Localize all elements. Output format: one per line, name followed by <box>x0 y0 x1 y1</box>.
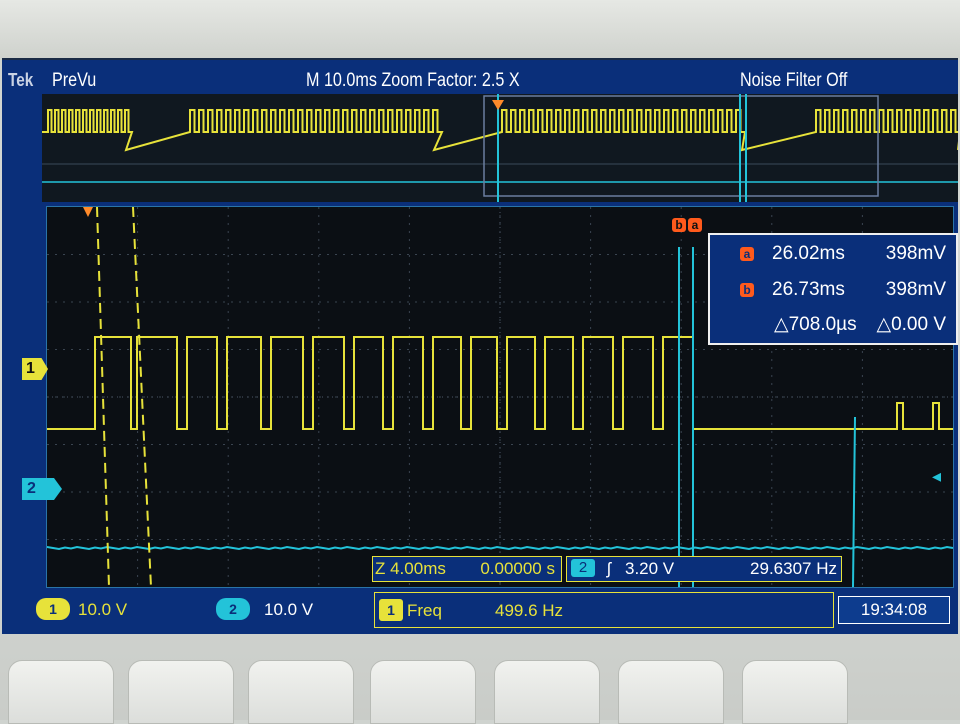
trigger-point-icon <box>83 207 93 217</box>
rising-edge-icon: ʃ <box>607 559 611 578</box>
bezel-top <box>0 0 960 58</box>
bezel-button-1[interactable] <box>8 660 114 724</box>
cursor-b-tag: b <box>740 283 754 297</box>
ch2-scale: 10.0 V <box>264 600 314 619</box>
zoom-readout: Z 4.00ms 0.00000 s <box>372 556 562 582</box>
bezel-button-3[interactable] <box>248 660 354 724</box>
zoom-position: 0.00000 s <box>480 559 555 578</box>
clock-display: 19:34:08 <box>838 596 950 624</box>
ch1-scale: 10.0 V <box>78 600 128 619</box>
bezel-button-6[interactable] <box>618 660 724 724</box>
cursor-b-value: 398mV <box>885 279 946 300</box>
ch2-edge-marker-line <box>852 416 856 587</box>
measurement-value: 499.6 Hz <box>495 601 564 620</box>
overview-waveform-window <box>42 94 958 202</box>
bezel-button-4[interactable] <box>370 660 476 724</box>
ch2-trigger-arrow-icon: ◂ <box>932 466 942 486</box>
ch2-ground-marker[interactable]: 2 <box>22 478 62 500</box>
trigger-channel-badge: 2 <box>571 559 595 577</box>
ch1-badge[interactable]: 1 <box>36 598 70 620</box>
cursor-a-label: a <box>688 218 702 232</box>
ch1-ground-marker[interactable]: 1 <box>22 358 48 380</box>
cursor-b-label: b <box>672 218 686 232</box>
cursor-readout-panel: a 26.02ms 398mV b 26.73ms 398mV △708.0µs… <box>708 233 958 345</box>
bezel-button-2[interactable] <box>128 660 234 724</box>
acquisition-mode: PreVu <box>52 70 97 91</box>
cursor-b-time: 26.73ms <box>772 279 845 300</box>
cursor-a-value: 398mV <box>885 243 946 264</box>
timebase-title: M 10.0ms Zoom Factor: 2.5 X <box>306 70 520 91</box>
trigger-frequency: 29.6307 Hz <box>750 559 837 578</box>
bezel-button-7[interactable] <box>742 660 848 724</box>
measurement-name: Freq <box>407 601 442 620</box>
trigger-readout: 2 ʃ 3.20 V 29.6307 Hz <box>566 556 842 582</box>
cursor-delta-row: △708.0µs △0.00 V <box>710 313 956 343</box>
cursor-a-time: 26.02ms <box>772 243 845 264</box>
overview-ch1-trace <box>42 109 958 152</box>
noise-filter-status: Noise Filter Off <box>740 70 848 91</box>
status-bar: 1 10.0 V 2 10.0 V 1 Freq 499.6 Hz 19:34:… <box>28 592 954 630</box>
cursor-delta-value: △0.00 V <box>876 314 946 335</box>
ch2-badge[interactable]: 2 <box>216 598 250 620</box>
overview-waveform-svg <box>42 94 958 202</box>
trigger-level: 3.20 V <box>625 559 675 578</box>
bezel-button-5[interactable] <box>494 660 600 724</box>
ch2-trace <box>47 545 953 551</box>
measurement-readout: 1 Freq 499.6 Hz <box>374 592 834 628</box>
cursor-a-row: a 26.02ms 398mV <box>710 243 956 273</box>
overview-trigger-icon <box>492 100 504 110</box>
zoom-time-per-div: Z 4.00ms <box>375 559 446 578</box>
measurement-channel-badge: 1 <box>379 599 403 621</box>
cursor-a-tag: a <box>740 247 754 261</box>
brand-logo: Tek <box>8 70 34 90</box>
scope-screen: Tek PreVu M 10.0ms Zoom Factor: 2.5 X No… <box>2 58 958 634</box>
cursor-b-row: b 26.73ms 398mV <box>710 279 956 309</box>
cursor-delta-time: △708.0µs <box>774 314 857 335</box>
